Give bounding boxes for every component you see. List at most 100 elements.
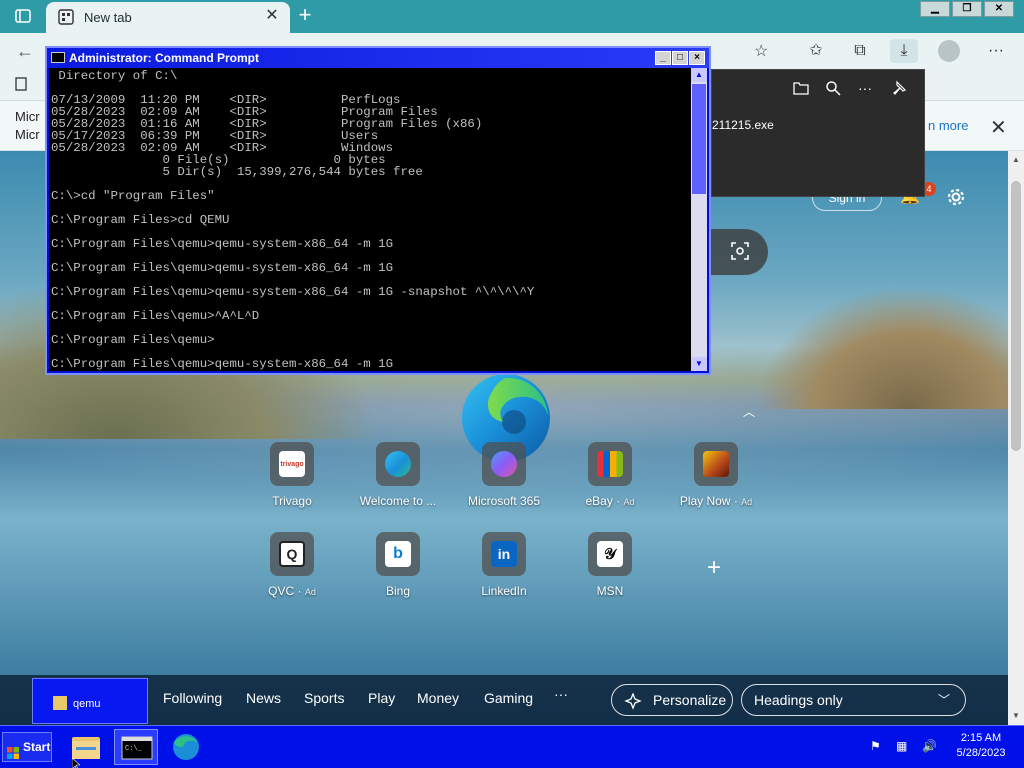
new-tab-page-icon bbox=[58, 9, 74, 25]
tab-new-tab[interactable]: New tab ✕ bbox=[46, 2, 290, 33]
quick-link-label: Play Now · Ad bbox=[679, 494, 753, 508]
cmd-window-controls: _ □ × bbox=[655, 51, 705, 65]
quick-link-trivago[interactable]: trivago Trivago bbox=[242, 442, 342, 508]
profile-avatar[interactable] bbox=[938, 40, 960, 62]
quick-link-label: LinkedIn bbox=[481, 584, 527, 598]
ebay-bag-icon bbox=[597, 451, 623, 477]
open-folder-icon[interactable] bbox=[792, 80, 810, 98]
collections-icon[interactable]: ⧉ bbox=[846, 39, 874, 63]
tab-title: New tab bbox=[84, 10, 132, 25]
taskbar-edge[interactable] bbox=[164, 729, 208, 765]
favorites-folder-icon[interactable] bbox=[14, 77, 28, 91]
quick-link-label: eBay · Ad bbox=[585, 494, 635, 508]
svg-text:C:\_: C:\_ bbox=[125, 745, 143, 753]
page-scrollbar[interactable]: ▲ ▼ bbox=[1008, 151, 1024, 725]
quick-link-play-now[interactable]: Play Now · Ad bbox=[666, 442, 766, 508]
add-shortcut-icon[interactable]: + bbox=[702, 556, 726, 580]
qemu-window-button[interactable]: qemu bbox=[32, 678, 148, 724]
taskbar-command-prompt[interactable]: C:\_ bbox=[114, 729, 158, 765]
taskbar-clock[interactable]: 2:15 AM 5/28/2023 bbox=[946, 731, 1016, 761]
tab-close-icon[interactable]: ✕ bbox=[264, 8, 280, 24]
start-label: Start bbox=[23, 740, 51, 754]
command-prompt-titlebar[interactable]: Administrator: Command Prompt _ □ × bbox=[47, 48, 709, 68]
quick-link-tile: in bbox=[482, 532, 526, 576]
personalize-button[interactable]: Personalize bbox=[611, 684, 733, 716]
cmd-scroll-up-icon[interactable]: ▲ bbox=[691, 68, 707, 82]
background-hill-right bbox=[760, 289, 1008, 409]
quick-link-bing[interactable]: b Bing bbox=[348, 532, 448, 598]
page-settings-gear-icon[interactable] bbox=[944, 185, 968, 209]
console-text: Directory of C:\ 07/13/2009 11:20 PM <DI… bbox=[51, 69, 535, 371]
start-button[interactable]: Start bbox=[2, 732, 52, 762]
personalize-label: Personalize bbox=[653, 692, 727, 708]
quick-link-msn[interactable]: 𝒴 MSN bbox=[560, 532, 660, 598]
feed-tab-money[interactable]: Money bbox=[417, 690, 459, 706]
cmd-close-button[interactable]: × bbox=[689, 51, 705, 65]
network-icon[interactable]: ▦ bbox=[896, 739, 912, 753]
collapse-chevron-up-icon[interactable]: ︿ bbox=[743, 403, 755, 420]
cmd-maximize-button[interactable]: □ bbox=[672, 51, 688, 65]
cmd-scroll-thumb[interactable] bbox=[692, 84, 706, 194]
close-button[interactable]: ✕ bbox=[984, 1, 1014, 17]
downloads-panel: ··· 211215.exe bbox=[711, 69, 925, 197]
command-prompt-window[interactable]: Administrator: Command Prompt _ □ × Dire… bbox=[45, 46, 711, 375]
quick-link-tile bbox=[482, 442, 526, 486]
quick-link-qvc[interactable]: Q QVC · Ad bbox=[242, 532, 342, 598]
feed-tab-sports[interactable]: Sports bbox=[304, 690, 344, 706]
taskbar: Start C:\_ ⚑ ▦ 🔊 2:15 AM 5/28/2023 bbox=[0, 725, 1024, 768]
feed-tab-gaming[interactable]: Gaming bbox=[484, 690, 533, 706]
personalize-sparkle-icon bbox=[624, 691, 642, 710]
add-favorite-icon[interactable]: ☆ bbox=[754, 41, 776, 61]
folder-icon bbox=[53, 696, 67, 710]
feed-tab-play[interactable]: Play bbox=[368, 690, 395, 706]
scroll-up-arrow-icon[interactable]: ▲ bbox=[1011, 155, 1021, 165]
back-button[interactable]: ← bbox=[16, 40, 38, 62]
restore-button[interactable]: ❐ bbox=[952, 1, 982, 17]
console-output[interactable]: Directory of C:\ 07/13/2009 11:20 PM <DI… bbox=[49, 68, 691, 371]
copilot-icon bbox=[491, 451, 517, 477]
bing-icon: b bbox=[385, 541, 411, 567]
new-tab-button[interactable]: + bbox=[294, 4, 316, 27]
action-center-flag-icon[interactable]: ⚑ bbox=[870, 739, 886, 753]
linkedin-icon: in bbox=[491, 541, 517, 567]
download-file-name[interactable]: 211215.exe bbox=[712, 118, 774, 132]
downloads-icon[interactable]: ⤓ bbox=[890, 39, 918, 63]
quick-link-tile: b bbox=[376, 532, 420, 576]
quick-link-tile: 𝒴 bbox=[588, 532, 632, 576]
qvc-icon: Q bbox=[279, 541, 305, 567]
page-scroll-thumb[interactable] bbox=[1011, 181, 1021, 451]
layout-select-value: Headings only bbox=[754, 692, 843, 708]
feed-tab-following[interactable]: Following bbox=[163, 690, 222, 706]
search-icon[interactable] bbox=[824, 80, 842, 98]
qemu-window-label: qemu bbox=[73, 698, 101, 710]
settings-more-icon[interactable]: ··· bbox=[982, 39, 1010, 63]
visual-search-icon bbox=[730, 241, 750, 261]
taskbar-explorer[interactable] bbox=[64, 729, 108, 765]
clock-date: 5/28/2023 bbox=[956, 747, 1006, 759]
pin-icon[interactable] bbox=[890, 80, 908, 98]
scroll-down-arrow-icon[interactable]: ▼ bbox=[1011, 711, 1021, 721]
info-bar-learn-more-link[interactable]: n more bbox=[928, 118, 968, 133]
quick-link-linkedin[interactable]: in LinkedIn bbox=[454, 532, 554, 598]
edge-icon bbox=[385, 451, 411, 477]
favorites-icon[interactable]: ✩ bbox=[802, 39, 830, 63]
feed-tab-news[interactable]: News bbox=[246, 690, 281, 706]
volume-icon[interactable]: 🔊 bbox=[922, 739, 938, 753]
minimize-button[interactable]: ▁ bbox=[920, 1, 950, 17]
browser-titlebar: New tab ✕ + ▁ ❐ ✕ bbox=[0, 0, 1024, 33]
tab-actions-icon[interactable] bbox=[14, 7, 32, 25]
feed-more-icon[interactable]: ··· bbox=[554, 686, 568, 702]
quick-link-label: Bing bbox=[385, 584, 411, 598]
feed-nav-bar: Following News Sports Play Money Gaming … bbox=[0, 675, 1008, 725]
cmd-scrollbar[interactable]: ▲ ▼ bbox=[691, 68, 707, 371]
cmd-scroll-down-icon[interactable]: ▼ bbox=[691, 357, 707, 371]
info-bar-close-icon[interactable]: ✕ bbox=[990, 115, 1007, 140]
layout-select[interactable]: Headings only ﹀ bbox=[741, 684, 966, 716]
quick-link-microsoft-365[interactable]: Microsoft 365 bbox=[454, 442, 554, 508]
browser-window-controls: ▁ ❐ ✕ bbox=[920, 1, 1014, 17]
more-options-icon[interactable]: ··· bbox=[856, 80, 874, 98]
quick-link-welcome[interactable]: Welcome to ... bbox=[348, 442, 448, 508]
quick-link-ebay[interactable]: eBay · Ad bbox=[560, 442, 660, 508]
cmd-minimize-button[interactable]: _ bbox=[655, 51, 671, 65]
command-prompt-title: Administrator: Command Prompt bbox=[69, 51, 260, 65]
